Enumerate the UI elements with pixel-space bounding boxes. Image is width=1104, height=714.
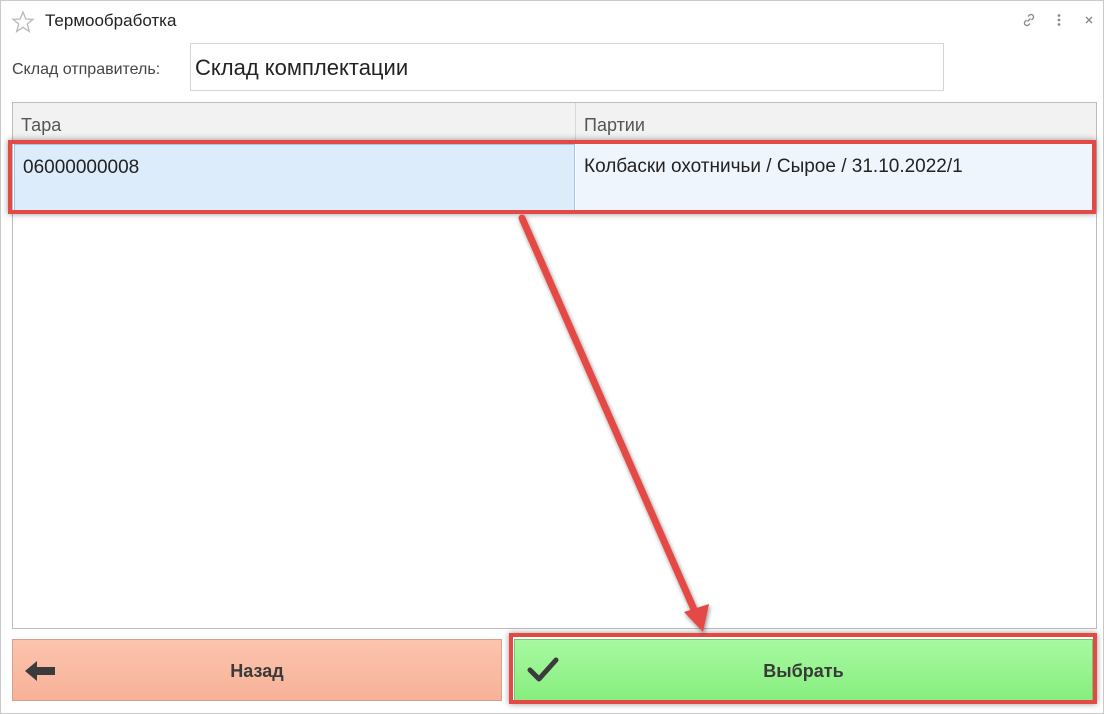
star-icon[interactable] <box>11 10 35 34</box>
back-button-label: Назад <box>230 661 284 681</box>
row-highlight-box <box>8 140 1096 214</box>
table-header: Тара Партии <box>13 103 1096 144</box>
button-highlight-box <box>509 633 1097 704</box>
window-title: Термообработка <box>45 11 177 30</box>
arrow-left-icon <box>25 661 55 681</box>
form-window: Термообработка Склад отправитель: Склад … <box>0 0 1104 714</box>
close-icon[interactable] <box>1081 12 1097 28</box>
warehouse-label: Склад отправитель: <box>12 61 161 78</box>
back-button[interactable]: Назад <box>12 639 502 701</box>
column-header-partii[interactable]: Партии <box>576 103 1096 143</box>
link-icon[interactable] <box>1021 12 1037 28</box>
warehouse-input[interactable]: Склад комплектации <box>190 43 944 91</box>
title-bar: Термообработка <box>1 1 1103 39</box>
column-header-tara[interactable]: Тара <box>13 103 576 143</box>
more-vertical-icon[interactable] <box>1051 12 1067 28</box>
